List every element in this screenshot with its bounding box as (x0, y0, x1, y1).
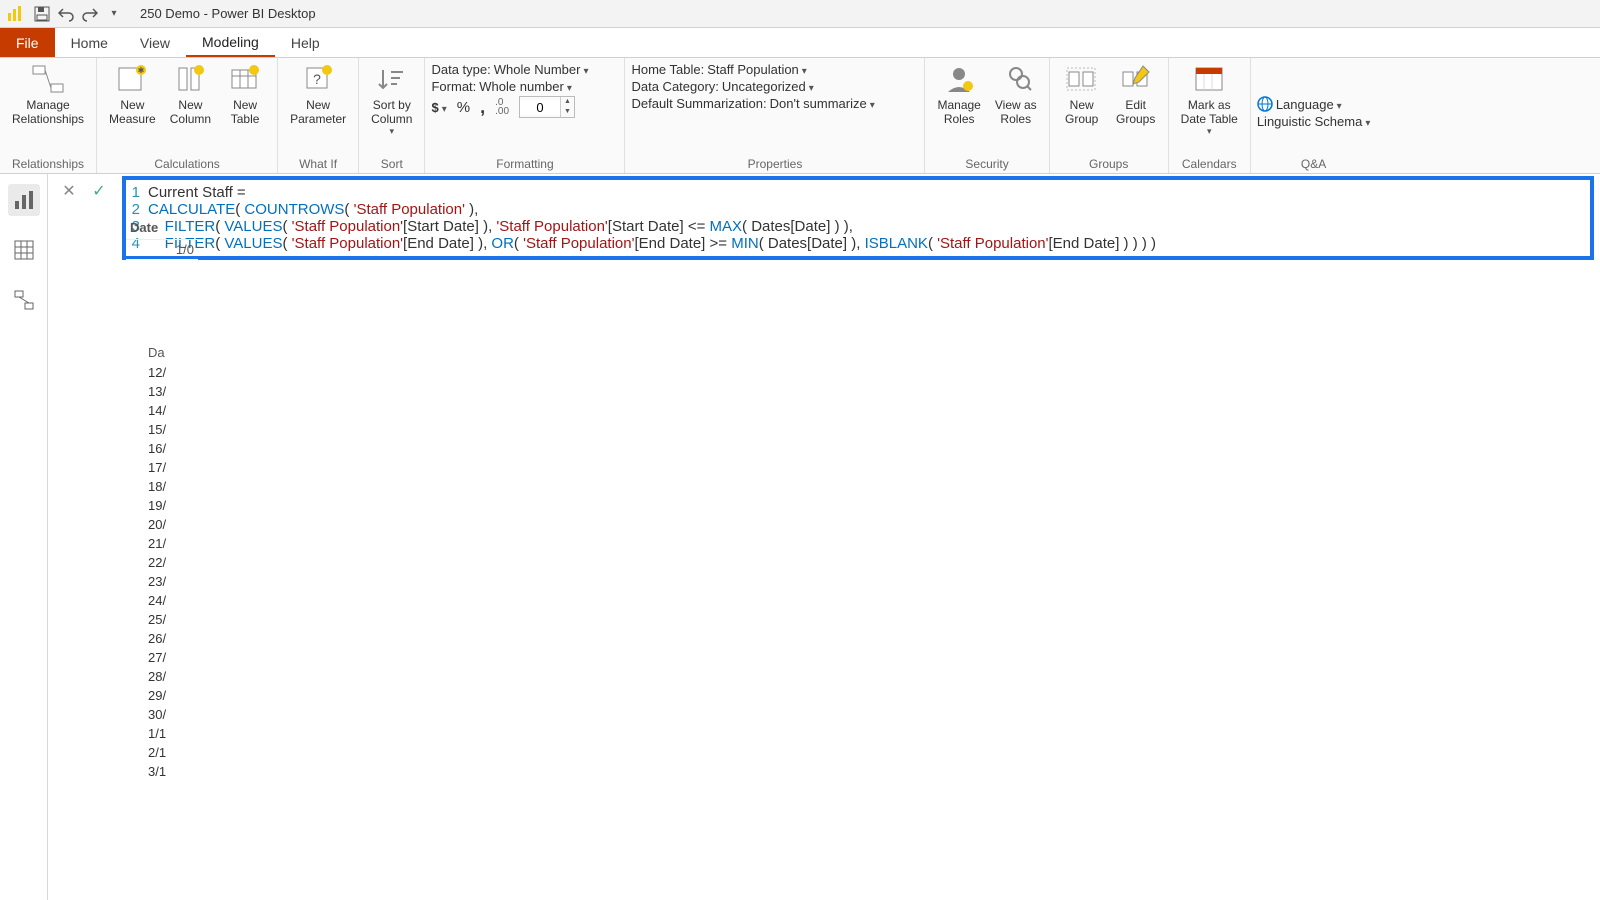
new-measure-button[interactable]: ✱ New Measure (103, 60, 162, 128)
new-group-button[interactable]: New Group (1056, 60, 1108, 128)
linguistic-schema-dropdown[interactable]: Linguistic Schema (1257, 114, 1371, 129)
spin-down-icon[interactable]: ▼ (561, 107, 574, 117)
data-type-label: Data type: (431, 62, 490, 77)
model-view-button[interactable] (8, 284, 40, 316)
globe-icon (1257, 96, 1273, 112)
home-tab[interactable]: Home (55, 28, 124, 57)
svg-text:✱: ✱ (138, 66, 145, 75)
date-list-row: 26/ (146, 629, 204, 648)
date-list-row: 30/ (146, 705, 204, 724)
date-column-header: Date (126, 216, 198, 240)
date-list-row: 19/ (146, 496, 204, 515)
date-list-row: 2/1 (146, 743, 204, 762)
data-type-value: Whole Number (494, 62, 581, 77)
date-cell: 1/0 (126, 240, 198, 260)
formula-bar[interactable]: 1Current Staff = 2CALCULATE( COUNTROWS( … (122, 176, 1594, 260)
format-label: Format: (431, 79, 476, 94)
redo-icon[interactable] (80, 4, 100, 24)
format-value: Whole number (479, 79, 564, 94)
data-type-dropdown[interactable]: Data type: Whole Number (431, 62, 588, 77)
date-list-row: 3/1 (146, 762, 204, 781)
whatif-group-label: What If (284, 155, 352, 173)
file-tab[interactable]: File (0, 28, 55, 57)
new-parameter-button[interactable]: ? New Parameter (284, 60, 352, 128)
app-icon (6, 5, 24, 23)
date-list-row: 20/ (146, 515, 204, 534)
format-dropdown[interactable]: Format: Whole number (431, 79, 571, 94)
manage-relationships-button[interactable]: Manage Relationships (6, 60, 90, 128)
decimal-places-input[interactable]: ▲▼ (519, 96, 575, 118)
cancel-formula-button[interactable]: ✕ (58, 180, 80, 202)
groups-group-label: Groups (1056, 155, 1162, 173)
sort-by-column-button[interactable]: Sort by Column ▾ (365, 60, 418, 139)
default-summarization-dropdown[interactable]: Default Summarization: Don't summarize (631, 96, 874, 111)
date-list-row: 23/ (146, 572, 204, 591)
currency-button[interactable]: $ (431, 100, 446, 115)
date-list-row: 16/ (146, 439, 204, 458)
new-column-button[interactable]: New Column (164, 60, 217, 128)
date-list-row: 22/ (146, 553, 204, 572)
commit-formula-button[interactable]: ✓ (88, 180, 110, 202)
manage-roles-button[interactable]: Manage Roles (931, 60, 986, 128)
calendars-group-label: Calendars (1175, 155, 1244, 173)
new-table-button[interactable]: New Table (219, 60, 271, 128)
spin-up-icon[interactable]: ▲ (561, 97, 574, 107)
home-table-dropdown[interactable]: Home Table: Staff Population (631, 62, 806, 77)
date-list-row: 15/ (146, 420, 204, 439)
date-list-row: 12/ (146, 363, 204, 382)
undo-icon[interactable] (56, 4, 76, 24)
help-tab[interactable]: Help (275, 28, 336, 57)
date-list-row: 14/ (146, 401, 204, 420)
data-view-button[interactable] (8, 234, 40, 266)
date-list-row: 21/ (146, 534, 204, 553)
mark-as-date-table-button[interactable]: Mark as Date Table ▾ (1175, 60, 1244, 139)
view-as-roles-button[interactable]: View as Roles (989, 60, 1043, 128)
formatting-group-label: Formatting (431, 155, 618, 173)
date-list-row: 29/ (146, 686, 204, 705)
qa-group-label: Q&A (1257, 155, 1371, 173)
save-icon[interactable] (32, 4, 52, 24)
view-tab[interactable]: View (124, 28, 186, 57)
date-list-row: 24/ (146, 591, 204, 610)
report-view-button[interactable] (8, 184, 40, 216)
date-list-row: 13/ (146, 382, 204, 401)
properties-group-label: Properties (631, 155, 918, 173)
date-list-row: 25/ (146, 610, 204, 629)
svg-text:?: ? (313, 71, 321, 87)
sort-group-label: Sort (365, 155, 418, 173)
decimals-value[interactable] (520, 100, 560, 115)
date-list-row: 17/ (146, 458, 204, 477)
date-list-row: 1/1 (146, 724, 204, 743)
date-list-header: Da (146, 342, 204, 363)
security-group-label: Security (931, 155, 1042, 173)
language-dropdown[interactable]: Language (1257, 96, 1342, 112)
window-title: 250 Demo - Power BI Desktop (140, 6, 316, 21)
comma-button[interactable]: , (480, 97, 485, 118)
date-list-row: 27/ (146, 648, 204, 667)
calculations-group-label: Calculations (103, 155, 271, 173)
modeling-tab[interactable]: Modeling (186, 28, 275, 57)
qat-dropdown-icon[interactable]: ▾ (104, 4, 124, 24)
data-category-dropdown[interactable]: Data Category: Uncategorized (631, 79, 813, 94)
edit-groups-button[interactable]: Edit Groups (1110, 60, 1162, 128)
decimal-places-icon: .0.00 (495, 98, 509, 116)
date-list-row: 18/ (146, 477, 204, 496)
percent-button[interactable]: % (457, 99, 470, 116)
date-list-row: 28/ (146, 667, 204, 686)
relationships-group-label: Relationships (6, 155, 90, 173)
